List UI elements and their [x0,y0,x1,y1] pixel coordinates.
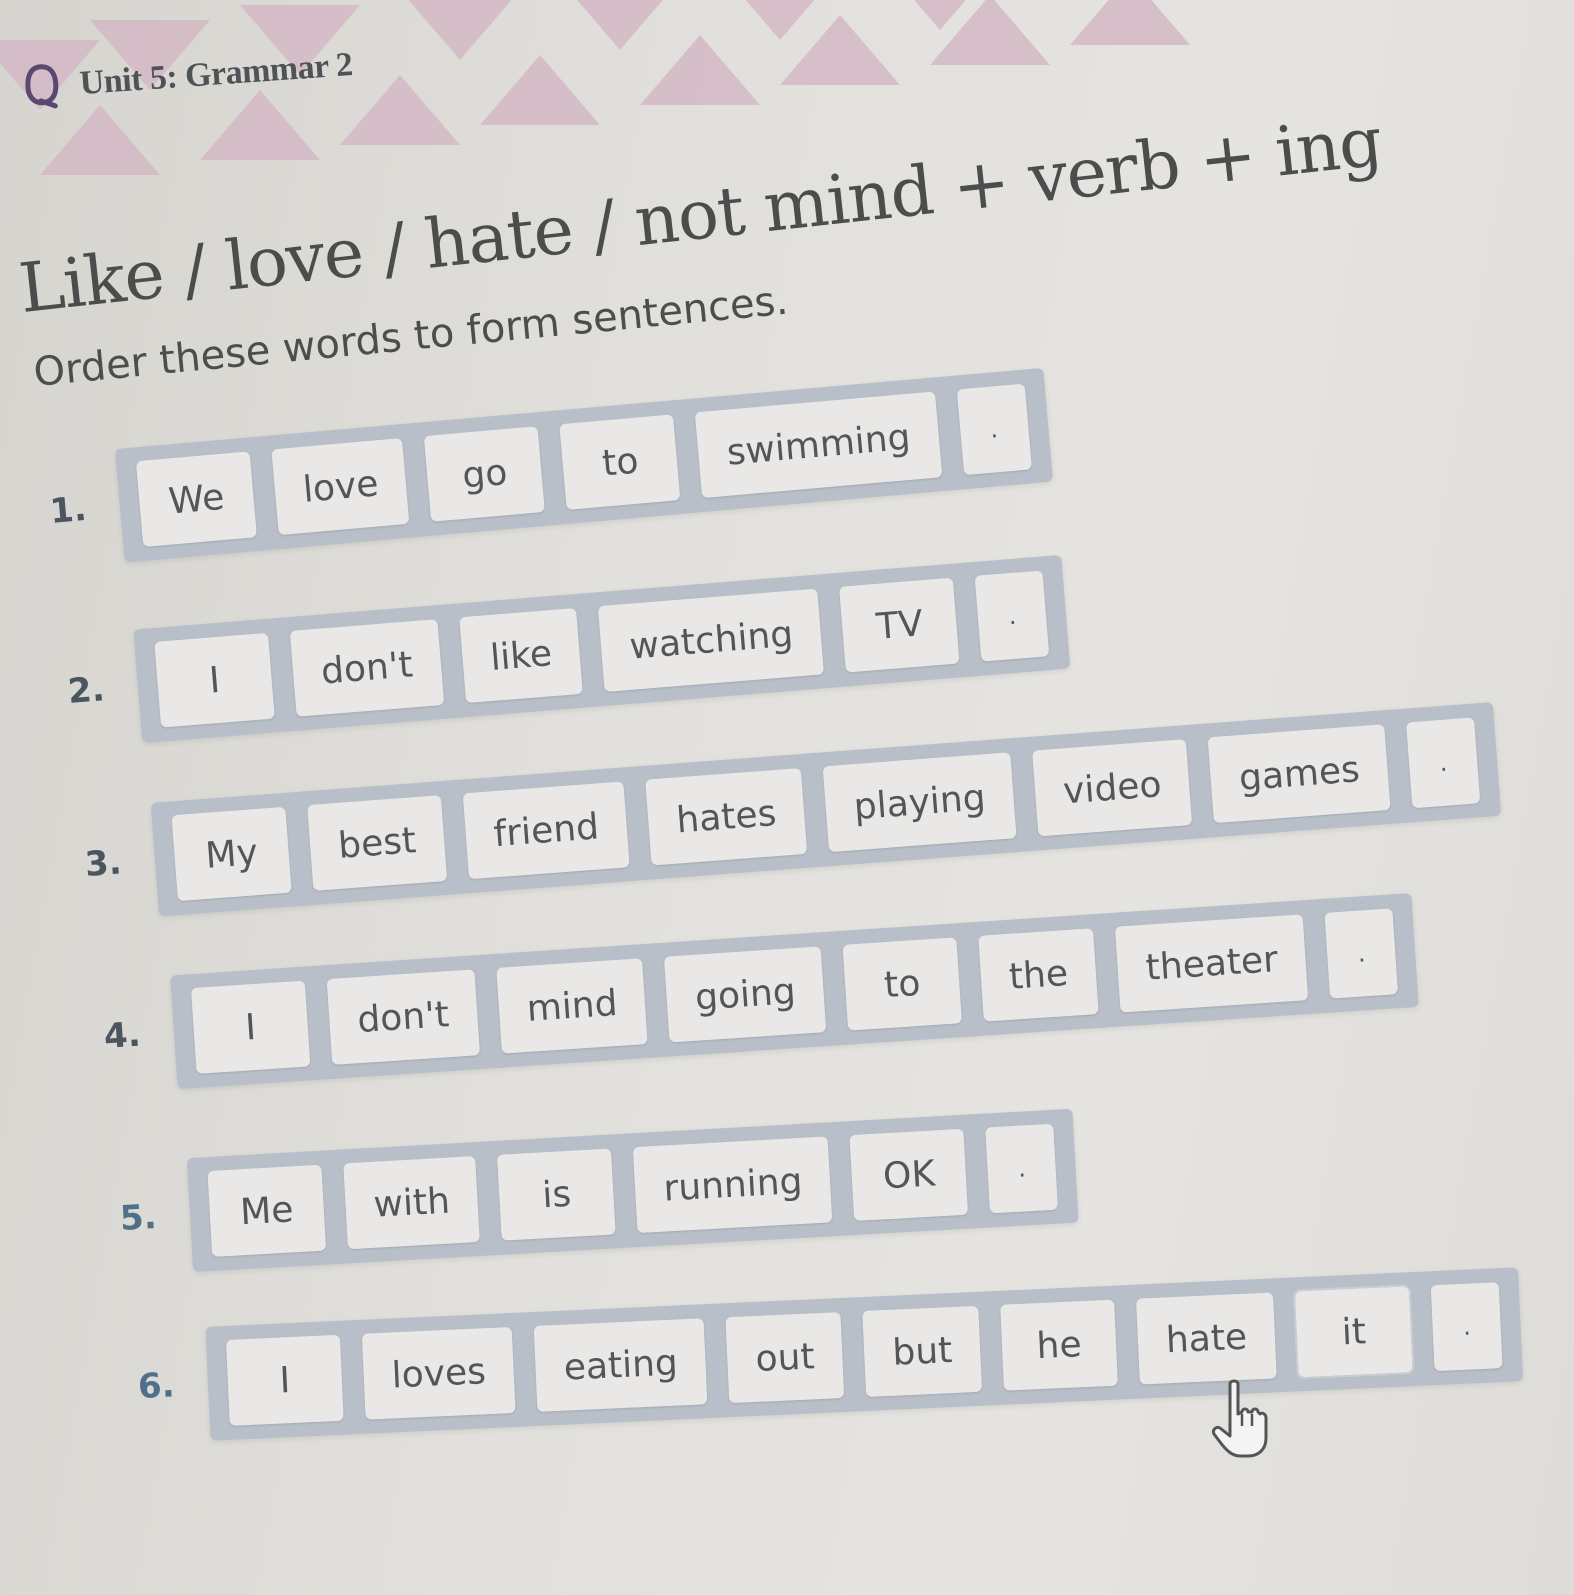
word-tile[interactable]: mind [495,958,649,1054]
exercise-number: 3. [83,842,123,885]
word-tile[interactable]: with [343,1156,481,1250]
word-tile[interactable]: watching [598,588,825,692]
word-tile[interactable]: I [154,632,275,728]
punctuation-tile[interactable]: . [1430,1282,1503,1372]
exercise-number: 5. [118,1196,158,1239]
word-tile[interactable]: theater [1115,914,1309,1013]
word-tile[interactable]: TV [839,577,960,673]
exercise-number: 2. [66,669,107,712]
punctuation-tile[interactable]: . [1406,717,1481,809]
word-tile[interactable]: hates [645,768,808,866]
word-tile[interactable]: I [225,1334,344,1426]
word-tile[interactable]: go [424,426,546,522]
word-tile[interactable]: to [842,937,962,1031]
word-tile[interactable]: video [1032,739,1193,837]
word-tile[interactable]: the [978,928,1099,1022]
exercise-number: 6. [137,1365,176,1407]
word-tile[interactable]: out [725,1312,845,1404]
exercise-number: 1. [48,488,89,532]
punctuation-tile[interactable]: . [1324,908,1399,999]
word-tile[interactable]: to [559,414,681,510]
word-tile[interactable]: loves [361,1326,516,1420]
word-tile[interactable]: OK [849,1128,969,1221]
exercise-number: 4. [102,1014,142,1057]
q-logo-icon [22,64,61,110]
word-tile[interactable]: games [1207,724,1391,824]
punctuation-tile[interactable]: . [956,383,1032,476]
word-tile[interactable]: friend [462,781,630,880]
word-tile[interactable]: but [862,1305,983,1397]
word-tile[interactable]: Me [207,1164,327,1257]
word-tile[interactable]: he [1000,1299,1118,1391]
word-tile[interactable]: best [307,795,448,891]
word-tile[interactable]: is [497,1148,617,1241]
word-tile[interactable]: don't [289,619,444,717]
word-tile[interactable]: hate [1136,1292,1277,1385]
word-tile[interactable]: eating [533,1318,708,1412]
word-tile[interactable]: We [135,451,257,547]
word-tile[interactable]: My [171,806,292,902]
word-tile[interactable]: going [664,946,827,1043]
punctuation-tile[interactable]: . [974,570,1050,662]
punctuation-tile[interactable]: . [985,1123,1059,1214]
word-tile[interactable]: love [271,438,410,536]
word-tile-hovered[interactable]: it [1292,1284,1415,1380]
word-tile[interactable]: don't [326,969,480,1065]
word-tile[interactable]: swimming [695,391,942,499]
word-tile[interactable]: like [458,607,584,704]
word-tile[interactable]: playing [822,752,1017,853]
word-tile[interactable]: running [633,1136,833,1234]
hand-pointer-icon [1208,1378,1272,1458]
word-tile[interactable]: I [190,980,311,1074]
